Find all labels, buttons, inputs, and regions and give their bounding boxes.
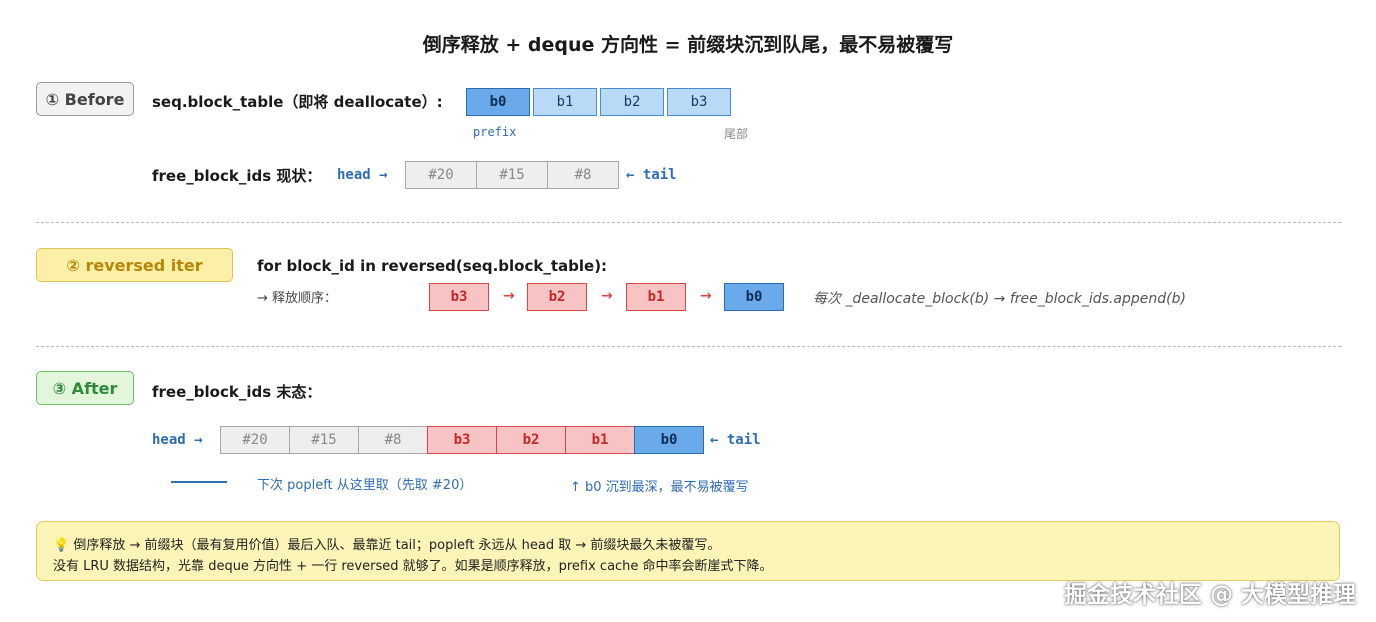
loop-label: for block_id in reversed(seq.block_table… [257,257,608,275]
free-id-cell: #15 [476,161,548,189]
lightbulb-icon: 💡 [53,538,70,553]
next-popleft-note: 下次 popleft 从这里取（先取 #20） [257,478,473,493]
diagram-title: 倒序释放 + deque 方向性 = 前缀块沉到队尾，最不易被覆写 [422,34,954,56]
arrow-icon: → [700,288,712,304]
arrow-icon: → [503,288,515,304]
release-b1: b1 [626,283,686,311]
final-cell: b1 [565,426,635,454]
order-label: → 释放顺序： [257,291,338,306]
prefix-label: prefix [473,125,517,139]
head-label: head → [337,167,388,183]
note-line-1: 💡 倒序释放 → 前缀块（最有复用价值）最后入队、最靠近 tail；poplef… [53,538,721,553]
final-cell-b0: b0 [634,426,704,454]
b0-depth-note: ↑ b0 沉到最深，最不易被覆写 [570,480,749,495]
note-line-2: 没有 LRU 数据结构，光靠 deque 方向性 + 一行 reversed 就… [53,559,773,574]
final-cell: b2 [496,426,566,454]
final-cell: #20 [220,426,290,454]
free-ids-label: free_block_ids 现状： [152,167,322,185]
tail-part-label: 尾部 [724,127,749,141]
final-cell: b3 [427,426,497,454]
block-b1: b1 [533,88,597,116]
free-id-cell: #8 [547,161,619,189]
step-after-badge: ③ After [36,371,134,405]
release-b2: b2 [527,283,587,311]
append-note: 每次 _deallocate_block(b) → free_block_ids… [813,291,1186,307]
final-free-ids-label: free_block_ids 末态： [152,383,322,401]
free-id-cell: #20 [405,161,477,189]
summary-note: 💡 倒序释放 → 前缀块（最有复用价值）最后入队、最靠近 tail；poplef… [36,521,1340,581]
block-b3: b3 [667,88,731,116]
watermark: 掘金技术社区 @ 大模型推理 [1063,582,1356,608]
final-cell: #15 [289,426,359,454]
block-b0: b0 [466,88,530,116]
block-table-label: seq.block_table（即将 deallocate）: [152,93,443,111]
release-b0: b0 [724,283,784,311]
section-divider [36,346,1341,347]
release-b3: b3 [429,283,489,311]
tail-label: ← tail [626,167,677,183]
head-pointer-line [171,481,227,483]
arrow-icon: → [601,288,613,304]
block-b2: b2 [600,88,664,116]
step-reversed-badge: ② reversed iter [36,248,233,282]
section-divider [36,222,1341,223]
tail-label: ← tail [710,432,761,448]
final-cell: #8 [358,426,428,454]
head-label: head → [152,432,203,448]
step-before-badge: ① Before [36,82,134,116]
